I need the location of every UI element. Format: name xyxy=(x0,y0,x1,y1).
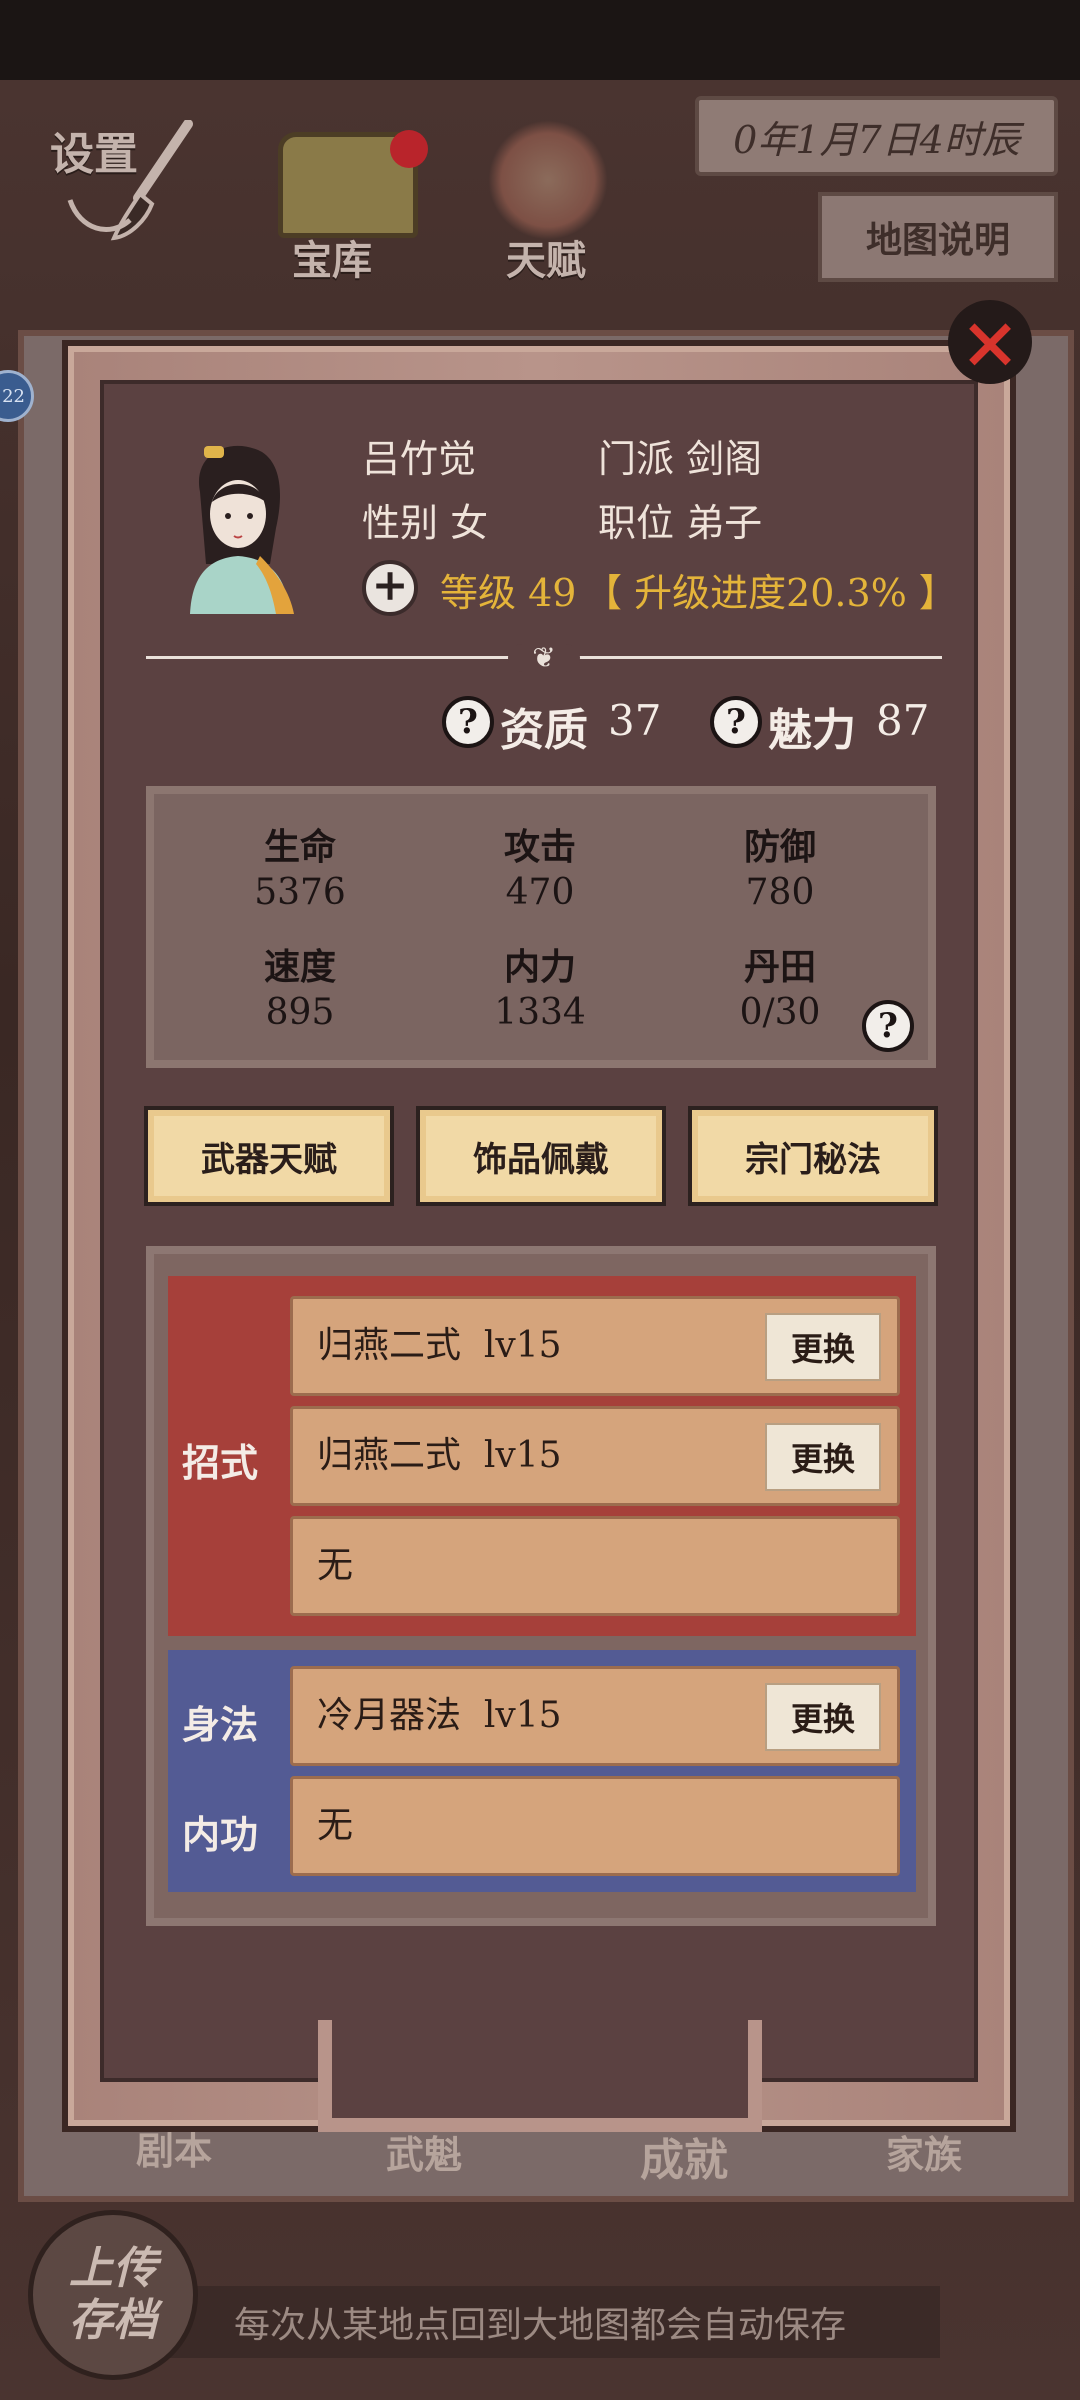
slot-skill-name: 无 xyxy=(317,1805,354,1846)
character-gender: 性别 女 xyxy=(362,501,489,545)
help-icon[interactable]: ? xyxy=(862,1000,914,1052)
portrait-icon xyxy=(190,445,294,614)
treasury-label[interactable]: 宝库 xyxy=(292,228,372,286)
movement-slot[interactable]: 冷月器法 lv15 更换 xyxy=(290,1666,900,1766)
stat-attack: 攻击 470 xyxy=(440,818,640,913)
slot-skill-name: 无 xyxy=(317,1545,354,1586)
stat-value: 895 xyxy=(265,992,335,1033)
tab-weapon-talent[interactable]: 武器天赋 xyxy=(144,1106,394,1206)
stat-dantian: 丹田 0/30 xyxy=(680,938,880,1033)
help-icon[interactable]: ? xyxy=(710,696,762,748)
move-slot-2[interactable]: 归燕二式 lv15 更换 xyxy=(290,1406,900,1506)
level-progress: 【 升级进度20.3% 】 xyxy=(584,571,957,615)
move-slot-3[interactable]: 无 xyxy=(290,1516,900,1616)
character-sect: 门派 剑阁 xyxy=(598,437,763,481)
aptitude-label: 资质 xyxy=(500,705,588,756)
stat-value: 1334 xyxy=(494,992,586,1033)
stat-label: 攻击 xyxy=(503,826,576,868)
upload-save-button[interactable]: 上传 存档 xyxy=(28,2210,198,2380)
moves-label: 招式 xyxy=(182,1440,259,1485)
stat-defense: 防御 780 xyxy=(680,818,880,913)
nav-achievement[interactable]: 成就 xyxy=(640,2124,728,2188)
stat-value: 5376 xyxy=(254,872,346,913)
slot-skill-name: 冷月器法 lv15 xyxy=(317,1695,562,1736)
stat-label: 防御 xyxy=(743,826,816,868)
aptitude-value: 37 xyxy=(608,696,662,745)
stat-label: 内力 xyxy=(503,946,576,988)
inner-skill-label: 内功 xyxy=(182,1812,259,1857)
autosave-notice: 每次从某地点回到大地图都会自动保存 xyxy=(140,2286,940,2358)
talent-label[interactable]: 天赋 xyxy=(506,228,586,286)
move-slot-1[interactable]: 归燕二式 lv15 更换 xyxy=(290,1296,900,1396)
nav-champion[interactable]: 武魁 xyxy=(386,2124,462,2179)
tab-accessory[interactable]: 饰品佩戴 xyxy=(416,1106,666,1206)
swap-button[interactable]: 更换 xyxy=(765,1683,881,1751)
divider-ornament: ❦ xyxy=(508,644,580,672)
nav-clan[interactable]: 家族 xyxy=(886,2124,962,2179)
swap-button[interactable]: 更换 xyxy=(765,1423,881,1491)
tab-sect-secret[interactable]: 宗门秘法 xyxy=(688,1106,938,1206)
flame-buddha-icon[interactable] xyxy=(488,120,608,240)
slot-skill-name: 归燕二式 lv15 xyxy=(317,1435,562,1476)
close-icon[interactable]: × xyxy=(948,300,1032,384)
stat-value: 470 xyxy=(505,872,575,913)
swap-button[interactable]: 更换 xyxy=(765,1313,881,1381)
stat-label: 丹田 xyxy=(743,946,816,988)
map-info-button[interactable]: 地图说明 xyxy=(818,192,1058,282)
character-name: 吕竹觉 xyxy=(362,437,477,481)
stat-label: 速度 xyxy=(263,946,336,988)
settings-button[interactable]: 设置 xyxy=(50,118,138,182)
movement-label: 身法 xyxy=(182,1702,259,1747)
character-position: 职位 弟子 xyxy=(598,501,763,545)
panel-notch xyxy=(318,2020,762,2132)
date-display: 0年1月7日4时辰 xyxy=(695,96,1058,176)
stat-value: 780 xyxy=(745,872,815,913)
stat-label: 生命 xyxy=(263,826,336,868)
upload-line1: 上传 xyxy=(69,2243,157,2294)
status-bar xyxy=(0,0,1080,80)
stat-inner-power: 内力 1334 xyxy=(440,938,640,1033)
plus-icon[interactable]: + xyxy=(362,560,418,616)
stat-speed: 速度 895 xyxy=(200,938,400,1033)
charm-label: 魅力 xyxy=(768,705,856,756)
notification-dot xyxy=(390,130,428,168)
help-icon[interactable]: ? xyxy=(442,696,494,748)
stat-hp: 生命 5376 xyxy=(200,818,400,913)
level-text: 等级 49 xyxy=(440,571,577,615)
charm-value: 87 xyxy=(876,696,930,745)
slot-skill-name: 归燕二式 lv15 xyxy=(317,1325,562,1366)
stat-value: 0/30 xyxy=(739,992,821,1033)
inner-skill-slot[interactable]: 无 xyxy=(290,1776,900,1876)
upload-line2: 存档 xyxy=(69,2295,157,2346)
